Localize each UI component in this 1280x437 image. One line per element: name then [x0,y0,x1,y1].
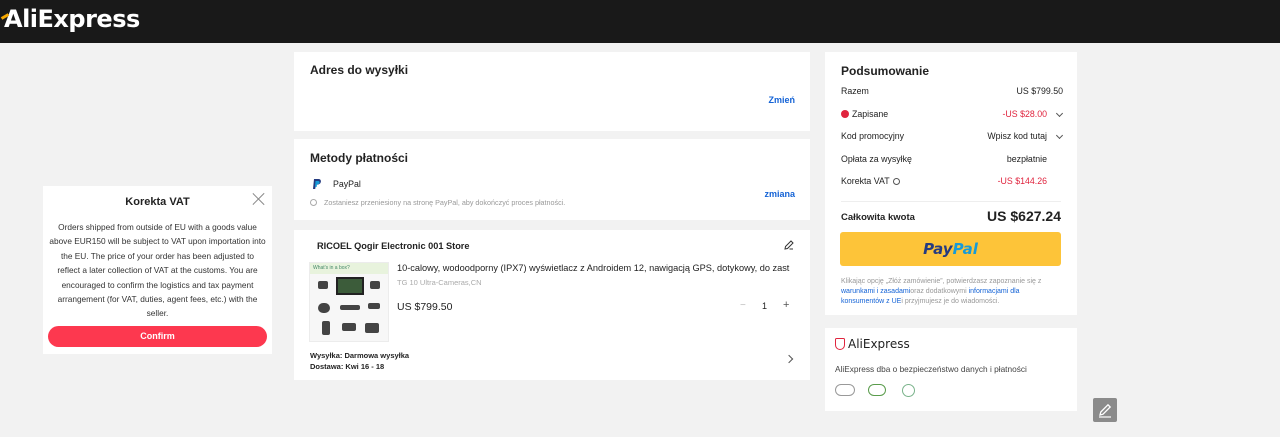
change-payment-link[interactable]: zmiana [764,189,795,199]
trust-text: AliExpress dba o bezpieczeństwo danych i… [835,364,1027,374]
payment-method-label: PayPal [333,179,361,189]
vat-value: -US $144.26 [997,176,1047,186]
dialog-title: Korekta VAT [125,196,190,208]
coupon-icon [841,110,849,118]
info-icon[interactable] [892,178,900,185]
paypal-icon [313,179,321,189]
security-trust-card: AliExpress AliExpress dba o bezpieczeńst… [825,328,1077,411]
shield-icon [835,338,845,350]
chevron-down-icon[interactable] [1055,109,1064,118]
logo-text: AliExpress [4,5,140,33]
order-item-card: RICOEL Qogir Electronic 001 Store What's… [294,230,810,380]
edit-icon[interactable] [784,240,794,250]
image-caption: What's in a box? [313,265,350,271]
product-title[interactable]: 10-calowy, wodoodporny (IPX7) wyświetlac… [397,263,807,273]
shipping-fee-value: bezpłatnie [1006,154,1047,164]
decrease-quantity-button[interactable]: − [740,300,746,311]
chevron-down-icon[interactable] [1055,131,1064,140]
paypal-logo-pay: Pay [923,240,953,258]
payment-methods-card: Metody płatności PayPal Zostaniesz przen… [294,139,810,220]
confirm-button[interactable]: Confirm [48,326,267,347]
promo-code-input[interactable]: Wpisz kod tutaj [987,131,1047,141]
shipping-address-card: Adres do wysyłki Zmień [294,52,810,131]
store-name[interactable]: RICOEL Qogir Electronic 001 Store [317,241,470,251]
total-value: US $627.24 [987,208,1061,224]
feedback-button[interactable] [1093,398,1117,422]
verified-badge-icon [868,384,886,396]
pencil-icon [1099,403,1112,418]
section-title: Metody płatności [310,151,409,165]
vat-correction-dialog: Korekta VAT Orders shipped from outside … [43,186,272,354]
promo-code-label: Kod promocyjny [841,131,905,141]
terms-link[interactable]: warunkami i zasadami [841,288,910,295]
delivery-date: Dostawa: Kwi 16 - 18 [310,362,385,371]
paypal-logo-pal: Pal [952,240,978,258]
product-variant: TG 10 Ultra-Cameras,CN [397,278,482,287]
vat-label: Korekta VAT [841,176,890,186]
shipping-info: Wysyłka: Darmowa wysyłka [310,351,410,360]
aliexpress-trust-logo: AliExpress [835,337,910,351]
info-icon [310,199,317,206]
product-price: US $799.50 [397,301,453,313]
subtotal-value: US $799.50 [1016,86,1063,96]
section-title: Adres do wysyłki [310,63,409,77]
quantity-stepper: − 1 + [736,298,796,315]
order-summary-card: Podsumowanie Razem US $799.50 Zapisane -… [825,52,1077,315]
certification-badge-icon [902,384,915,397]
saved-value: -US $28.00 [1002,109,1048,119]
aliexpress-logo[interactable]: AliExpress [4,5,140,33]
security-badge-icon [835,384,855,396]
quantity-value[interactable]: 1 [762,301,767,311]
subtotal-label: Razem [841,86,869,96]
increase-quantity-button[interactable]: + [783,299,789,311]
change-address-link[interactable]: Zmień [768,95,795,105]
saved-label: Zapisane [852,109,889,119]
summary-title: Podsumowanie [841,64,930,78]
dialog-message: Orders shipped from outside of EU with a… [49,222,266,319]
paypal-checkout-button[interactable]: PayPal [840,232,1061,266]
redirect-note: Zostaniesz przeniesiony na stronę PayPal… [324,198,566,207]
terms-notice: Klikając opcję „Złóż zamówienie”, potwie… [841,278,1042,305]
chevron-right-icon[interactable] [784,354,794,364]
top-bar: AliExpress [0,0,1280,43]
shipping-fee-label: Opłata za wysyłkę [841,154,912,164]
divider [841,201,1061,202]
close-icon[interactable] [252,192,266,206]
total-label: Całkowita kwota [841,212,915,223]
product-image[interactable]: What's in a box? [309,262,389,342]
